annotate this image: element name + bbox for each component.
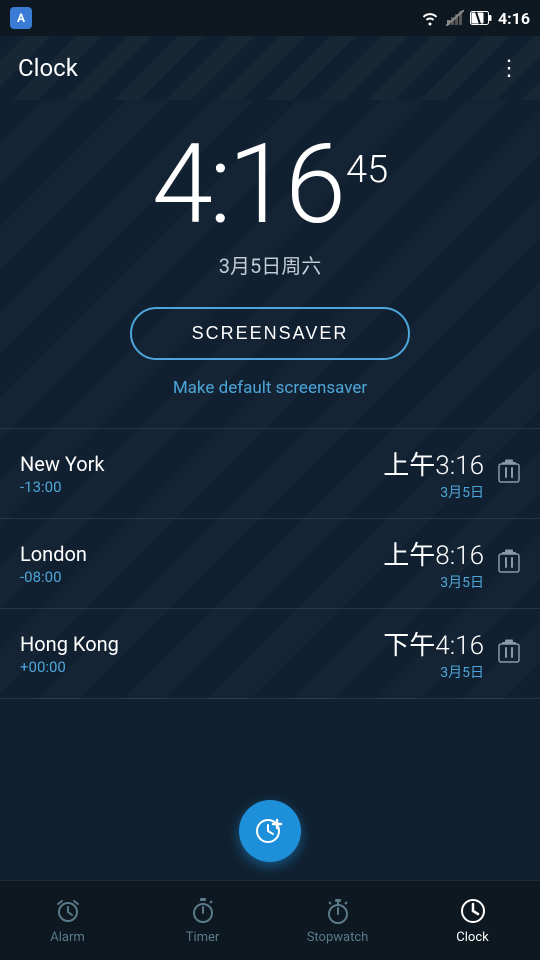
nav-item-alarm[interactable]: Alarm	[0, 896, 135, 945]
time-hongkong: 4:16	[435, 631, 484, 661]
world-time-hongkong: 下午4:16 3月5日	[383, 625, 484, 682]
world-time-main: 上午3:16	[383, 445, 484, 482]
clock-seconds: 45	[346, 148, 388, 192]
status-right: 4:16	[420, 9, 530, 28]
world-date-newyork: 3月5日	[383, 482, 484, 502]
city-name: New York	[20, 452, 105, 476]
app-title: Clock	[18, 54, 78, 82]
signal-icon	[446, 10, 464, 26]
city-name: London	[20, 542, 87, 566]
nav-item-stopwatch[interactable]: Stopwatch	[270, 896, 405, 945]
bottom-nav: Alarm Timer Stopwatch	[0, 880, 540, 960]
wifi-icon	[420, 10, 440, 26]
nav-item-clock[interactable]: Clock	[405, 896, 540, 945]
period-london: 上午	[383, 541, 435, 571]
timer-icon	[188, 896, 218, 926]
status-left: A	[10, 7, 32, 29]
nav-label-clock: Clock	[456, 930, 488, 945]
world-time-main: 上午8:16	[383, 535, 484, 572]
app-header: Clock ⋮	[0, 36, 540, 100]
time-newyork: 3:16	[435, 451, 484, 481]
table-row: London -08:00 上午8:16 3月5日	[0, 519, 540, 609]
city-info-london: London -08:00	[20, 542, 87, 586]
period-hongkong: 下午	[383, 631, 435, 661]
city-offset: -13:00	[20, 478, 105, 496]
delete-hongkong-button[interactable]	[498, 638, 520, 670]
battery-icon	[470, 11, 492, 25]
clock-date: 3月5日周六	[219, 250, 321, 279]
city-info-newyork: New York -13:00	[20, 452, 105, 496]
clock-time: 4:16	[152, 130, 342, 240]
city-offset: +00:00	[20, 658, 119, 676]
world-date-london: 3月5日	[383, 572, 484, 592]
city-name: Hong Kong	[20, 632, 119, 656]
screensaver-button[interactable]: SCREENSAVER	[130, 307, 411, 360]
nav-label-stopwatch: Stopwatch	[307, 930, 369, 945]
world-time-main: 下午4:16	[383, 625, 484, 662]
menu-icon[interactable]: ⋮	[498, 56, 522, 81]
table-row: New York -13:00 上午3:16 3月5日	[0, 429, 540, 519]
period-newyork: 上午	[383, 451, 435, 481]
city-offset: -08:00	[20, 568, 87, 586]
status-time: 4:16	[498, 9, 530, 28]
nav-label-alarm: Alarm	[50, 930, 85, 945]
delete-newyork-button[interactable]	[498, 458, 520, 490]
add-clock-icon	[253, 814, 287, 848]
nav-label-timer: Timer	[186, 930, 220, 945]
make-default-link[interactable]: Make default screensaver	[173, 378, 367, 398]
delete-london-button[interactable]	[498, 548, 520, 580]
alarm-icon	[53, 896, 83, 926]
world-time-london: 上午8:16 3月5日	[383, 535, 484, 592]
status-bar: A 4:16	[0, 0, 540, 36]
add-clock-button[interactable]	[239, 800, 301, 862]
time-london: 8:16	[435, 541, 484, 571]
world-clocks-list: New York -13:00 上午3:16 3月5日	[0, 428, 540, 699]
clock-right-london: 上午8:16 3月5日	[383, 535, 520, 592]
city-info-hongkong: Hong Kong +00:00	[20, 632, 119, 676]
world-date-hongkong: 3月5日	[383, 662, 484, 682]
clock-right-newyork: 上午3:16 3月5日	[383, 445, 520, 502]
table-row: Hong Kong +00:00 下午4:16 3月5日	[0, 609, 540, 699]
stopwatch-icon	[323, 896, 353, 926]
app-icon: A	[10, 7, 32, 29]
clock-right-hongkong: 下午4:16 3月5日	[383, 625, 520, 682]
clock-icon	[458, 896, 488, 926]
clock-display: 4:16 45	[152, 130, 388, 240]
app-page: A 4:16	[0, 0, 540, 960]
main-content: 4:16 45 3月5日周六 SCREENSAVER Make default …	[0, 100, 540, 699]
world-time-newyork: 上午3:16 3月5日	[383, 445, 484, 502]
nav-item-timer[interactable]: Timer	[135, 896, 270, 945]
